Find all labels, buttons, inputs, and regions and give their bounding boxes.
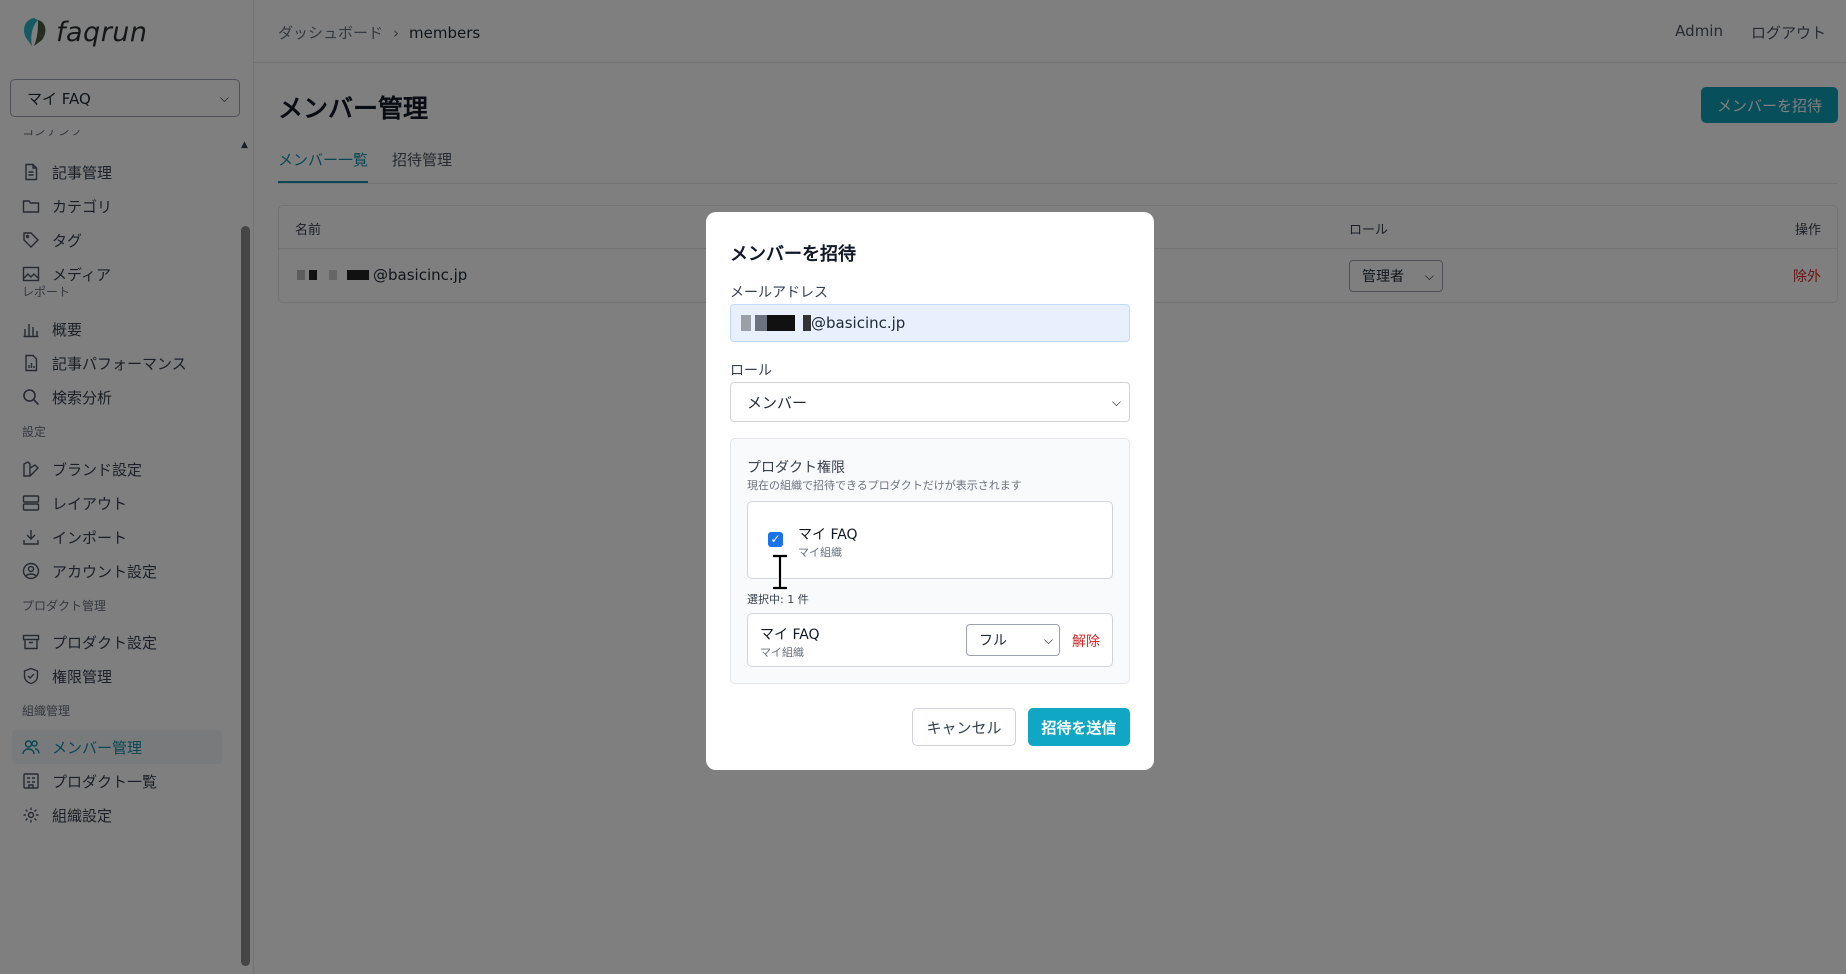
- text-cursor-icon: [773, 554, 787, 590]
- permission-level-value: フル: [979, 633, 1007, 649]
- product-option-name[interactable]: マイ FAQ: [798, 524, 858, 544]
- app-root: faqrun マイ FAQ ⌵ コンテンツ 記事管理 カテゴリ タグ メディア: [0, 0, 1846, 974]
- invite-modal: メンバーを招待 メールアドレス @basicinc.jp ロール メンバー ⌵ …: [706, 212, 1154, 770]
- product-permissions-panel: プロダクト権限 現在の組織で招待できるプロダクトだけが表示されます ✓ マイ F…: [730, 438, 1130, 684]
- selected-product-name: マイ FAQ: [760, 627, 820, 643]
- permission-level-select[interactable]: フル ⌵: [966, 624, 1060, 656]
- chevron-down-icon: ⌵: [1111, 394, 1121, 409]
- chevron-down-icon: ⌵: [1043, 632, 1053, 647]
- product-option-list: ✓ マイ FAQ マイ組織: [747, 501, 1113, 590]
- role-label: ロール: [730, 363, 772, 379]
- product-checkbox[interactable]: ✓: [768, 532, 783, 547]
- role-select-value: メンバー: [747, 393, 808, 412]
- cancel-button[interactable]: キャンセル: [912, 708, 1016, 746]
- unset-product-link[interactable]: 解除: [1072, 631, 1100, 651]
- selected-count: 選択中: 1 件: [747, 593, 809, 606]
- selected-product-org: マイ組織: [760, 646, 804, 659]
- role-select[interactable]: メンバー ⌵: [730, 382, 1130, 422]
- send-invite-button[interactable]: 招待を送信: [1028, 708, 1130, 746]
- redacted-text: [741, 315, 811, 331]
- product-option-org: マイ組織: [798, 546, 842, 559]
- email-field[interactable]: @basicinc.jp: [730, 304, 1130, 342]
- product-permissions-title: プロダクト権限: [747, 460, 845, 476]
- modal-title: メンバーを招待: [730, 244, 856, 265]
- product-permissions-description: 現在の組織で招待できるプロダクトだけが表示されます: [747, 479, 1022, 492]
- selected-product-card: マイ FAQ マイ組織 フル ⌵ 解除: [747, 613, 1113, 667]
- email-field-value: @basicinc.jp: [811, 314, 906, 332]
- email-label: メールアドレス: [730, 285, 828, 301]
